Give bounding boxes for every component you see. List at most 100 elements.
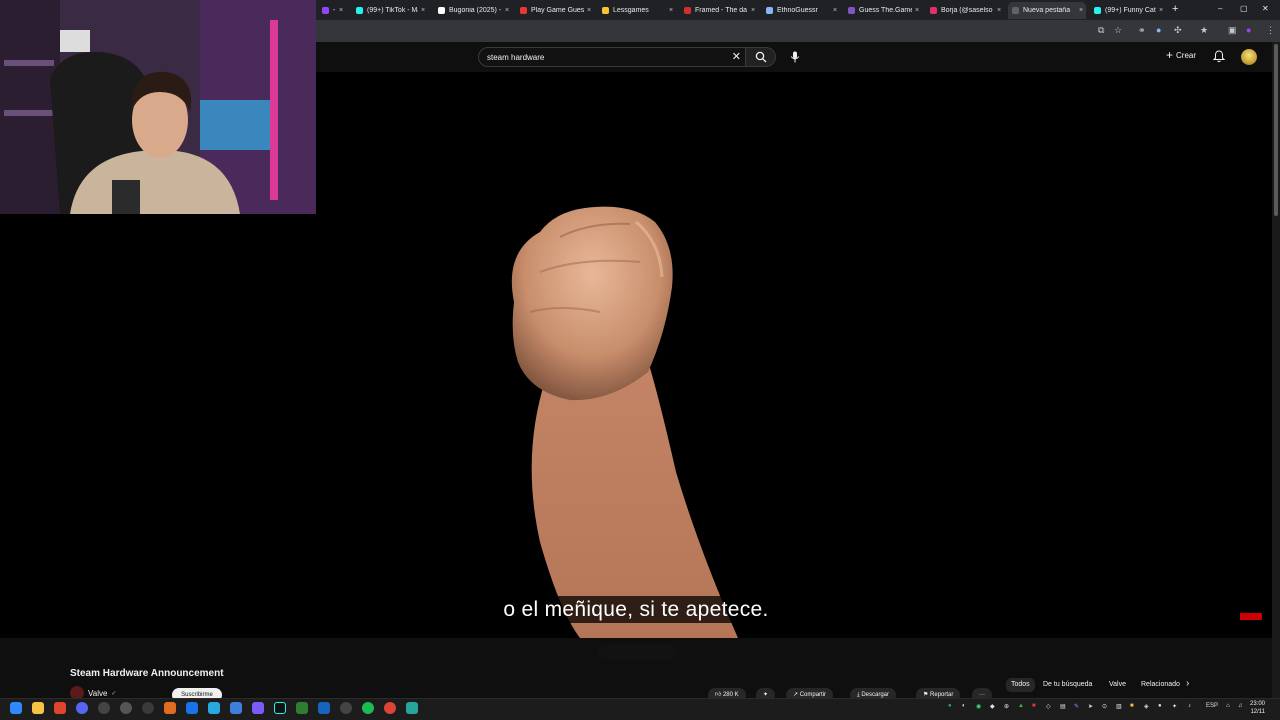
close-window-button[interactable]: ✕ xyxy=(1262,4,1269,13)
tab-close-icon[interactable]: × xyxy=(584,7,594,14)
app-icon[interactable] xyxy=(120,702,132,714)
volume-icon[interactable]: ♫ xyxy=(1238,703,1243,709)
tray-icon[interactable]: ◈ xyxy=(1144,703,1149,710)
tab-search-icon[interactable]: ▣ xyxy=(1228,25,1237,36)
app-icon[interactable] xyxy=(142,702,154,714)
tray-icon[interactable]: ▤ xyxy=(1060,703,1066,710)
chip-related[interactable]: Relacionado xyxy=(1136,678,1180,692)
bookmark-star-icon[interactable]: ☆ xyxy=(1114,25,1122,36)
tab-close-icon[interactable]: × xyxy=(502,7,512,14)
maximize-button[interactable]: ▢ xyxy=(1240,4,1248,13)
tray-icon[interactable]: ■ xyxy=(1130,703,1134,709)
scrollbar-thumb[interactable] xyxy=(1274,44,1278,216)
app-icon[interactable] xyxy=(98,702,110,714)
tab-close-icon[interactable]: × xyxy=(1076,7,1086,14)
network-icon[interactable]: ⌂ xyxy=(1226,703,1230,709)
app-icon[interactable] xyxy=(296,702,308,714)
chips-next-icon[interactable]: › xyxy=(1186,678,1189,689)
tray-icon[interactable]: ◇ xyxy=(1046,703,1051,710)
browser-tab[interactable]: Play Game Guess × xyxy=(516,2,594,19)
windows-start-icon[interactable] xyxy=(10,702,22,714)
tray-icon[interactable]: ⊙ xyxy=(1102,703,1107,710)
app-icon[interactable] xyxy=(164,702,176,714)
channel-name[interactable]: Valve xyxy=(88,689,107,698)
microphone-tray-icon[interactable]: ♪ xyxy=(1188,703,1191,709)
search-box[interactable]: steam hardware ✕ xyxy=(478,47,746,67)
tab-close-icon[interactable]: × xyxy=(666,7,676,14)
tab-favicon-icon xyxy=(602,7,609,14)
tab-close-icon[interactable]: × xyxy=(1156,7,1166,14)
microphone-icon xyxy=(790,51,800,63)
browser-tab[interactable]: EthnoGuessr × xyxy=(762,2,840,19)
browser-tab[interactable]: Borja (@saselso × xyxy=(926,2,1004,19)
plus-icon: + xyxy=(1166,48,1174,62)
tab-favicon-icon xyxy=(930,7,937,14)
tray-icon[interactable]: ● xyxy=(1158,703,1162,709)
browser-tab[interactable]: - Tw× xyxy=(318,2,346,19)
tray-icon[interactable]: ▲ xyxy=(1018,703,1024,709)
tab-favicon-icon xyxy=(848,7,855,14)
app-icon[interactable] xyxy=(252,702,264,714)
tab-label: Borja (@saselso xyxy=(941,7,993,14)
chip-from-search[interactable]: De tu búsqueda xyxy=(1038,678,1097,692)
tray-icon[interactable]: ✦ xyxy=(1172,703,1177,710)
tab-close-icon[interactable]: × xyxy=(830,7,840,14)
chrome-icon[interactable] xyxy=(384,702,396,714)
app-icon[interactable] xyxy=(230,702,242,714)
search-button[interactable] xyxy=(746,47,776,67)
browser-tab[interactable]: Guess The.Game × xyxy=(844,2,922,19)
voice-search-button[interactable] xyxy=(784,47,806,67)
tray-icon[interactable]: ✎ xyxy=(1074,703,1079,710)
tab-close-icon[interactable]: × xyxy=(336,7,346,14)
tray-icon[interactable]: ◐ xyxy=(962,703,966,709)
app-icon[interactable] xyxy=(186,702,198,714)
new-tab-button[interactable]: + xyxy=(1172,3,1178,15)
tab-label: (99+) TikTok - Ma xyxy=(367,7,418,14)
tray-icon[interactable]: ⊕ xyxy=(1004,703,1009,710)
app-icon[interactable] xyxy=(318,702,330,714)
browser-tab[interactable]: Framed - The da × xyxy=(680,2,758,19)
app-icon[interactable] xyxy=(406,702,418,714)
spotify-icon[interactable] xyxy=(362,702,374,714)
extension-icon[interactable]: ● xyxy=(1156,25,1161,35)
tray-icon[interactable]: ■ xyxy=(1032,703,1036,709)
browser-tab-active[interactable]: Nueva pestaña × xyxy=(1008,2,1086,19)
browser-tab[interactable]: (99+) TikTok - Ma × xyxy=(352,2,428,19)
browser-tab[interactable]: (99+) Funny Cat × xyxy=(1090,2,1166,19)
file-explorer-icon[interactable] xyxy=(32,702,44,714)
tray-icon[interactable]: ▥ xyxy=(1116,703,1122,710)
tab-close-icon[interactable]: × xyxy=(994,7,1004,14)
extension-icon[interactable]: ⚭ xyxy=(1138,25,1146,36)
tray-icon[interactable]: ● xyxy=(948,703,952,709)
tray-icon[interactable]: ◉ xyxy=(976,703,981,710)
extensions-puzzle-icon[interactable]: ✣ xyxy=(1174,25,1182,36)
browser-tab[interactable]: Lessgames × xyxy=(598,2,676,19)
browser-tab[interactable]: Bugonia (2025) - × xyxy=(434,2,512,19)
app-icon[interactable] xyxy=(76,702,88,714)
language-indicator[interactable]: ESP xyxy=(1206,703,1218,709)
bookmarks-icon[interactable]: ★ xyxy=(1200,25,1208,36)
chip-valve[interactable]: Valve xyxy=(1104,678,1131,692)
tray-icon[interactable]: ➤ xyxy=(1088,703,1093,710)
minimize-button[interactable]: – xyxy=(1218,4,1222,13)
account-avatar[interactable] xyxy=(1241,49,1257,65)
tab-close-icon[interactable]: × xyxy=(748,7,758,14)
install-app-icon[interactable]: ⧉ xyxy=(1098,25,1104,36)
chip-all[interactable]: Todos xyxy=(1006,678,1035,692)
tray-icon[interactable]: ◆ xyxy=(990,703,995,710)
tab-close-icon[interactable]: × xyxy=(418,7,428,14)
screen: - Tw× (99+) TikTok - Ma× Bugonia (2025) … xyxy=(0,0,1280,720)
create-button[interactable]: + Crear xyxy=(1166,48,1196,62)
search-input[interactable]: steam hardware xyxy=(487,53,544,62)
tiktok-icon[interactable] xyxy=(274,702,286,714)
clear-search-icon[interactable]: ✕ xyxy=(732,50,741,63)
profile-icon[interactable]: ● xyxy=(1246,25,1251,35)
taskbar-clock[interactable]: 23:00 12/11 xyxy=(1250,700,1265,716)
tab-close-icon[interactable]: × xyxy=(912,7,922,14)
clock-date: 12/11 xyxy=(1250,709,1266,715)
notifications-button[interactable] xyxy=(1212,50,1226,68)
telegram-icon[interactable] xyxy=(208,702,220,714)
app-icon[interactable] xyxy=(340,702,352,714)
browser-menu-icon[interactable]: ⋮ xyxy=(1266,25,1275,36)
app-icon[interactable] xyxy=(54,702,66,714)
